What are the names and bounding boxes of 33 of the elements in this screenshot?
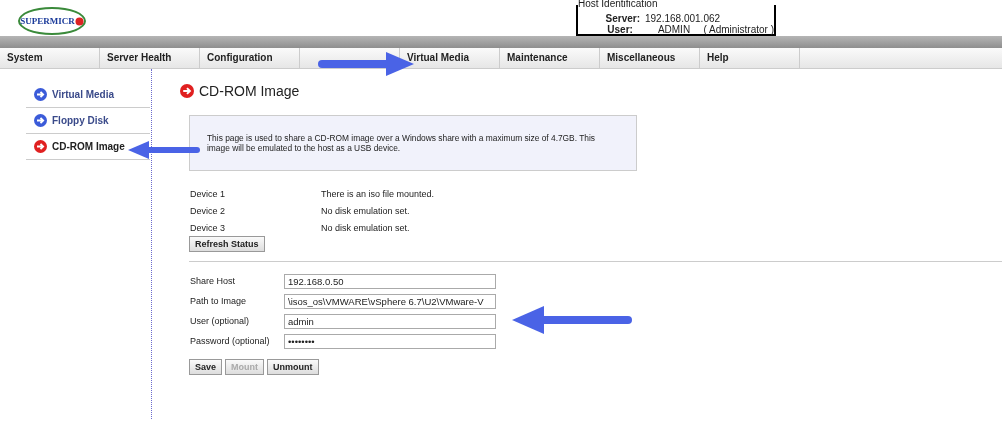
menu-tab[interactable]: Help: [700, 48, 800, 68]
input-field[interactable]: ••••••••: [284, 333, 496, 349]
menu-tab[interactable]: Miscellaneous: [600, 48, 700, 68]
user-name: ADMIN: [657, 24, 692, 35]
menu-tab[interactable]: Maintenance: [500, 48, 600, 68]
input-field[interactable]: admin: [284, 313, 496, 329]
action-button[interactable]: Unmount: [267, 359, 319, 375]
page-title: CD-ROM Image: [199, 83, 300, 99]
server-address: 192.168.001.062: [645, 13, 721, 24]
device-label: Device 1: [190, 188, 226, 199]
device-status: No disk emulation set.: [321, 205, 410, 216]
field-label: Share Host: [190, 276, 237, 286]
panel-title: Host Identification: [578, 0, 658, 9]
sidebar-item[interactable]: Virtual Media: [26, 82, 150, 108]
input-field[interactable]: \isos_os\VMWARE\vSphere 6.7\U2\VMware-V: [284, 293, 496, 309]
field-label: User:: [606, 24, 633, 35]
menu-tab[interactable]: Configuration: [200, 48, 300, 68]
field-label: User (optional): [190, 316, 251, 326]
field-label: Server:: [604, 13, 640, 24]
sidebar-item[interactable]: Floppy Disk: [26, 108, 150, 134]
device-label: Device 2: [190, 205, 226, 216]
refresh-status-button[interactable]: Refresh Status: [189, 236, 265, 252]
user-role: ( Administrator ): [703, 24, 774, 35]
device-status: There is an iso file mounted.: [321, 188, 435, 199]
input-field[interactable]: 192.168.0.50: [284, 273, 496, 289]
action-button[interactable]: Save: [189, 359, 223, 375]
info-text: This page is used to share a CD-ROM image over a Windows share with a maximum size of 4.7GB. This image will be emulated to the host as a USB device.: [207, 133, 597, 153]
menu-tab[interactable]: System: [0, 48, 100, 68]
device-status: No disk emulation set.: [321, 222, 410, 233]
device-label: Device 3: [190, 222, 226, 233]
field-label: Path to Image: [190, 296, 248, 306]
field-label: Password (optional): [190, 336, 271, 346]
menu-tab[interactable]: Server Health: [100, 48, 200, 68]
